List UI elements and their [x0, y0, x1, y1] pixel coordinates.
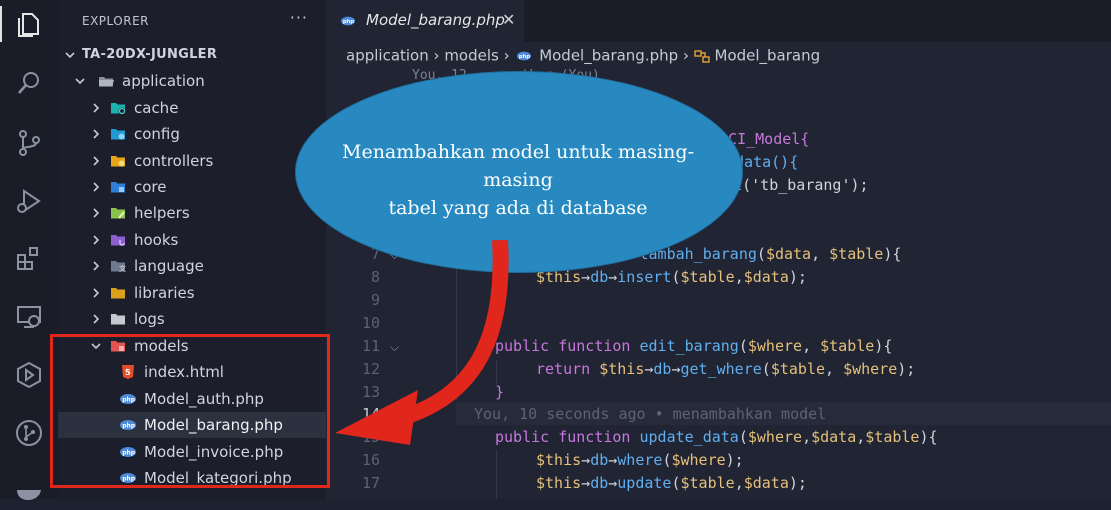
code-line-where[interactable]: $this→db→where($where);	[536, 451, 744, 469]
breadcrumb-file[interactable]: Model_barang.php	[539, 47, 678, 65]
chevron-down-icon	[74, 68, 86, 94]
breadcrumb-models[interactable]: models	[444, 47, 499, 65]
code-line-insert[interactable]: $this→db→insert($table,$data);	[536, 268, 807, 286]
folder-cache-icon	[110, 95, 126, 121]
search-icon[interactable]	[14, 68, 44, 98]
folder-libraries-icon	[110, 280, 126, 306]
line-number: 17	[361, 474, 380, 492]
breadcrumb-application[interactable]: application	[346, 47, 429, 65]
folder-hooks-icon	[110, 227, 126, 253]
curved-arrow-icon	[335, 240, 509, 445]
folder-language[interactable]: 文 language	[58, 253, 326, 279]
run-debug-icon[interactable]	[14, 186, 44, 216]
svg-text:php: php	[343, 19, 354, 25]
chevron-right-icon	[90, 148, 102, 174]
code-line-get-where[interactable]: return $this→db→get_where($table, $where…	[536, 360, 915, 378]
folder-config[interactable]: config	[58, 121, 326, 147]
folder-controllers[interactable]: controllers	[58, 148, 326, 174]
docker-icon[interactable]	[14, 476, 44, 506]
code-line-update-data[interactable]: public function update_data($where,$data…	[495, 428, 938, 446]
git-graph-icon[interactable]	[14, 418, 44, 448]
extensions-icon[interactable]	[14, 244, 44, 274]
folder-open-icon	[98, 68, 114, 94]
source-control-icon[interactable]	[14, 128, 44, 158]
chevron-right-icon	[90, 253, 102, 279]
callout-text: Menambahkan model untuk masing-masing ta…	[342, 141, 694, 219]
explorer-files-icon[interactable]	[14, 10, 44, 40]
chevron-right-icon	[90, 306, 102, 332]
folder-logs-icon	[110, 306, 126, 332]
active-indicator	[0, 6, 2, 42]
close-icon[interactable]: ✕	[502, 10, 515, 29]
explorer-title: EXPLORER	[82, 14, 149, 28]
chevron-right-icon	[90, 95, 102, 121]
folder-config-icon	[110, 121, 126, 147]
code-line-update[interactable]: $this→db→update($table,$data);	[536, 474, 807, 492]
remote-explorer-icon[interactable]	[14, 302, 44, 332]
folder-core[interactable]: core	[58, 174, 326, 200]
live-share-icon[interactable]	[14, 360, 44, 390]
breadcrumb-separator: ›	[682, 46, 689, 65]
chevron-right-icon	[90, 227, 102, 253]
chevron-right-icon	[90, 121, 102, 147]
folder-helpers-icon	[110, 200, 126, 226]
chevron-right-icon	[90, 200, 102, 226]
folder-hooks[interactable]: hooks	[58, 227, 326, 253]
svg-text:文: 文	[119, 264, 126, 273]
breadcrumb: application › models › php Model_barang.…	[346, 46, 820, 65]
breadcrumb-class[interactable]: Model_barang	[715, 47, 821, 65]
php-icon: php	[338, 13, 358, 32]
folder-libraries[interactable]: libraries	[58, 280, 326, 306]
tab-model-barang[interactable]: php Model_barang.php ✕	[326, 0, 524, 42]
breadcrumb-separator: ›	[503, 46, 510, 65]
folder-logs[interactable]: logs	[58, 306, 326, 332]
models-highlight-box	[50, 334, 330, 488]
chevron-down-icon	[64, 42, 76, 68]
chevron-right-icon	[90, 174, 102, 200]
folder-core-icon	[110, 174, 126, 200]
php-icon: php	[514, 47, 534, 65]
folder-helpers[interactable]: helpers	[58, 200, 326, 226]
svg-text:php: php	[519, 54, 530, 60]
class-symbol-icon	[694, 47, 710, 65]
project-name: TA-20DX-JUNGLER	[82, 47, 218, 62]
tab-bar: php Model_barang.php ✕	[326, 0, 1111, 42]
breadcrumb-separator: ›	[433, 46, 440, 65]
folder-language-icon: 文	[110, 253, 126, 279]
chevron-right-icon	[90, 280, 102, 306]
more-actions-icon[interactable]: ···	[290, 8, 308, 27]
project-root[interactable]: TA-20DX-JUNGLER	[58, 42, 326, 68]
folder-application[interactable]: application	[58, 68, 326, 94]
folder-controllers-icon	[110, 148, 126, 174]
folder-cache[interactable]: cache	[58, 95, 326, 121]
